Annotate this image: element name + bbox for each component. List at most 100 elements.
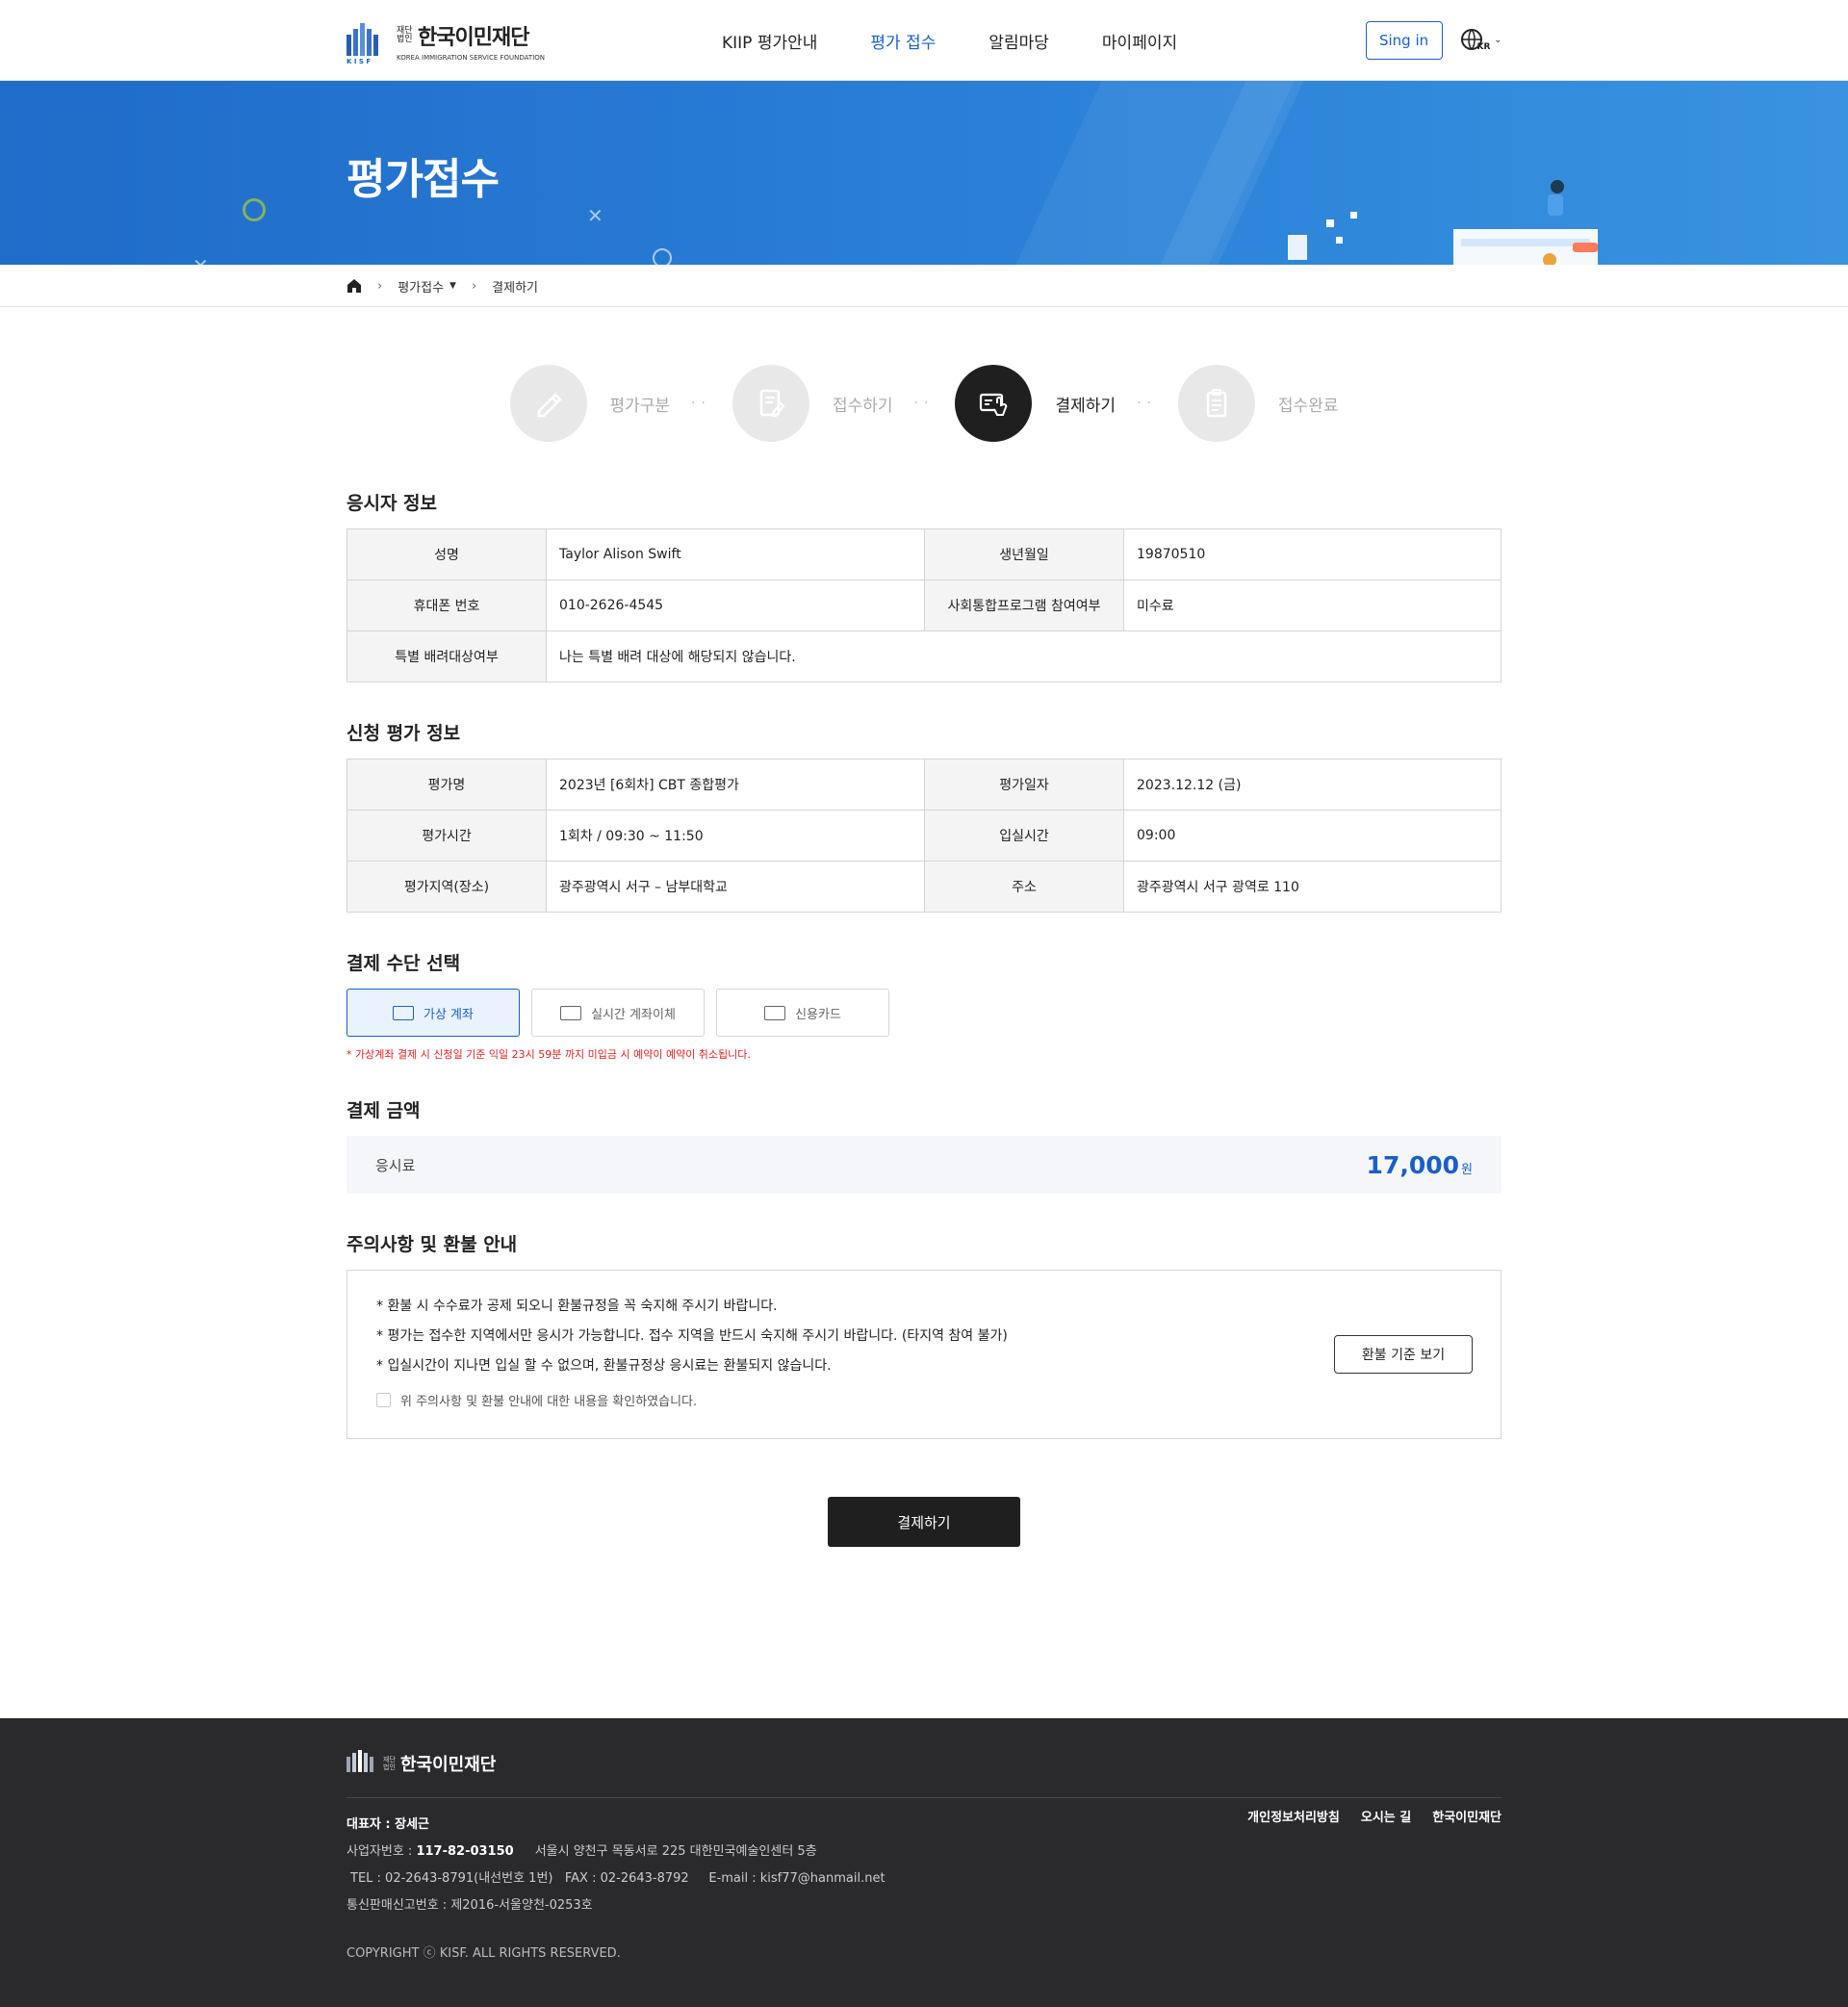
virtual-account-button[interactable]: 가상 계좌	[346, 989, 520, 1037]
exam-date-value: 2023.12.12 (금)	[1123, 759, 1502, 811]
table-row: 평가시간 1회차 / 09:30 ~ 11:50 입실시간 09:00	[346, 810, 1502, 862]
exam-section-title: 신청 평가 정보	[346, 723, 461, 744]
notice-section-title: 주의사항 및 환불 안내	[346, 1234, 518, 1255]
special-label: 특별 배려대상여부	[346, 630, 547, 682]
table-row: 성명 Taylor Alison Swift 생년월일 19870510	[346, 528, 1502, 580]
nav-exam-apply[interactable]: 평가 접수	[870, 29, 936, 53]
credit-card-button[interactable]: 신용카드	[716, 989, 889, 1037]
table-row: 평가지역(장소) 광주광역시 서구 – 남부대학교 주소 광주광역시 서구 광역…	[346, 861, 1502, 913]
footer-contact: TEL : 02-2643-8791(내선번호 1번) FAX : 02-264…	[350, 1871, 886, 1886]
exam-table: 평가명 2023년 [6회차] CBT 종합평가 평가일자 2023.12.12…	[346, 759, 1502, 913]
amount-box: 응시료 17,000 원	[346, 1136, 1502, 1194]
logo-small-text: 재단 법인	[397, 25, 413, 44]
step-apply: 접수하기	[732, 365, 893, 442]
virtual-account-warning: * 가상계좌 결제 시 신청일 기준 익일 23시 59분 까지 미입금 시 예…	[346, 1048, 751, 1061]
logo-en: KOREA IMMIGRATION SERVICE FOUNDATION	[397, 53, 546, 62]
document-edit-icon	[759, 389, 785, 418]
footer-logo-name: 한국이민재단	[400, 1755, 497, 1775]
footer-logo[interactable]: 재단 법인 한국이민재단	[346, 1749, 1502, 1778]
address-value: 광주광역시 서구 광역로 110	[1123, 861, 1502, 913]
breadcrumb-item-exam-apply[interactable]: 평가접수	[398, 277, 444, 296]
entry-time-value: 09:00	[1123, 810, 1502, 862]
lang-code: KR	[1476, 42, 1491, 52]
program-label: 사회통합프로그램 참여여부	[924, 579, 1124, 631]
footer-divider	[346, 1797, 1502, 1798]
footer-address: 서울시 양천구 목동서로 225 대한민국예술인센터 5층	[534, 1844, 817, 1859]
table-row: 평가명 2023년 [6회차] CBT 종합평가 평가일자 2023.12.12…	[346, 759, 1502, 811]
exam-time-label: 평가시간	[346, 810, 547, 862]
birth-label: 생년월일	[924, 528, 1124, 580]
nav-mypage[interactable]: 마이페이지	[1102, 29, 1177, 53]
exam-place-label: 평가지역(장소)	[346, 861, 547, 913]
chevron-down-icon: ⌄	[1494, 36, 1502, 45]
footer-links: 개인정보처리방침 오시는 길 한국이민재단	[1247, 1807, 1502, 1825]
kisf-link[interactable]: 한국이민재단	[1432, 1807, 1502, 1825]
step-complete: 접수완료	[1177, 365, 1339, 442]
exam-time-value: 1회차 / 09:30 ~ 11:50	[546, 810, 925, 862]
payment-section-title: 결제 수단 선택	[346, 953, 461, 974]
laptop-icon	[560, 1005, 582, 1020]
circle-deco-icon	[243, 198, 266, 221]
exam-name-label: 평가명	[346, 759, 547, 811]
table-row: 특별 배려대상여부 나는 특별 배려 대상에 해당되지 않습니다.	[346, 630, 1502, 682]
step-label: 접수하기	[832, 396, 893, 416]
site-logo[interactable]: K I S F 재단 법인 한국이민재단 KOREA IMMIGRATION S…	[346, 19, 568, 65]
notice-confirm-label: 위 주의사항 및 환불 안내에 대한 내용을 확인하였습니다.	[400, 1395, 698, 1409]
exam-date-label: 평가일자	[924, 759, 1124, 811]
step-divider: ··	[913, 396, 935, 411]
fee-amount: 17,000	[1366, 1150, 1460, 1179]
progress-steps: 평가구분 ·· 접수하기 ·· 결제하기 ·· 접수완료	[0, 363, 1848, 444]
amount-section-title: 결제 금액	[346, 1100, 421, 1121]
refund-policy-button[interactable]: 환불 기준 보기	[1334, 1335, 1473, 1374]
payment-method-label: 실시간 계좌이체	[591, 1007, 676, 1022]
payment-method-label: 신용카드	[795, 1007, 841, 1022]
step-divider: ··	[1137, 396, 1157, 411]
footer-biz-number: 117-82-03150	[416, 1844, 514, 1859]
site-footer: 재단 법인 한국이민재단 대표자 : 장세근 사업자번호 : 117-82-03…	[0, 1718, 1848, 2007]
kisf-logo-icon: K I S F	[346, 19, 389, 65]
pen-icon	[537, 393, 562, 418]
entry-time-label: 입실시간	[924, 810, 1124, 862]
language-selector[interactable]: KR ⌄	[1460, 28, 1502, 53]
payment-method-label: 가상 계좌	[424, 1007, 474, 1022]
step-label: 접수완료	[1277, 396, 1339, 416]
step-payment: 결제하기	[955, 365, 1116, 442]
copyright: COPYRIGHT ⓒ KISF. ALL RIGHTS RESERVED.	[346, 1946, 621, 1961]
phone-value: 010-2626-4545	[546, 579, 925, 631]
nav-notice[interactable]: 알림마당	[988, 29, 1049, 53]
nav-kiip-guide[interactable]: KIIP 평가안내	[722, 29, 817, 53]
caret-down-icon[interactable]: ▼	[449, 281, 456, 291]
footer-logo-small: 재단 법인	[383, 1756, 396, 1771]
step-divider: ··	[691, 396, 711, 411]
pay-submit-button[interactable]: 결제하기	[828, 1497, 1020, 1547]
kisf-logo-icon	[346, 1750, 373, 1772]
main-nav: KIIP 평가안내 평가 접수 알림마당 마이페이지	[722, 29, 1230, 53]
notice-line: * 입실시간이 지나면 입실 할 수 없으며, 환불규정상 응시료는 환불되지 …	[376, 1358, 832, 1374]
fee-label: 응시료	[375, 1156, 416, 1174]
name-label: 성명	[346, 528, 547, 580]
page-banner: ✕ ✕ ✕ 평가접수	[0, 81, 1848, 265]
exam-name-value: 2023년 [6회차] CBT 종합평가	[546, 759, 925, 811]
address-label: 주소	[924, 861, 1124, 913]
signin-button[interactable]: Sing in	[1365, 21, 1443, 60]
currency-unit: 원	[1461, 1162, 1473, 1177]
checkbox-icon[interactable]	[376, 1393, 391, 1407]
monitor-icon	[393, 1005, 414, 1020]
realtime-transfer-button[interactable]: 실시간 계좌이체	[531, 989, 705, 1037]
cross-deco-icon: ✕	[192, 254, 209, 265]
applicant-section-title: 응시자 정보	[346, 493, 438, 514]
step-label: 평가구분	[609, 396, 671, 416]
breadcrumb-item-payment: 결제하기	[492, 280, 539, 296]
directions-link[interactable]: 오시는 길	[1361, 1807, 1411, 1825]
site-header: K I S F 재단 법인 한국이민재단 KOREA IMMIGRATION S…	[0, 0, 1848, 81]
footer-info: 대표자 : 장세근 사업자번호 : 117-82-03150 서울시 양천구 목동…	[346, 1812, 1502, 1919]
notice-confirm-checkbox[interactable]: 위 주의사항 및 환불 안내에 대한 내용을 확인하였습니다.	[376, 1391, 1472, 1409]
clipboard-icon	[1206, 389, 1227, 418]
office-illustration-icon	[1288, 180, 1598, 265]
payment-methods: 가상 계좌 실시간 계좌이체 신용카드	[346, 989, 1502, 1037]
program-value: 미수료	[1123, 579, 1502, 631]
breadcrumb: › 평가접수 ▼ › 결제하기	[0, 265, 1848, 307]
home-icon[interactable]	[346, 278, 362, 294]
privacy-policy-link[interactable]: 개인정보처리방침	[1247, 1807, 1340, 1825]
notice-line: * 환불 시 수수료가 공제 되오니 환불규정을 꼭 숙지해 주시기 바랍니다.	[376, 1299, 778, 1314]
